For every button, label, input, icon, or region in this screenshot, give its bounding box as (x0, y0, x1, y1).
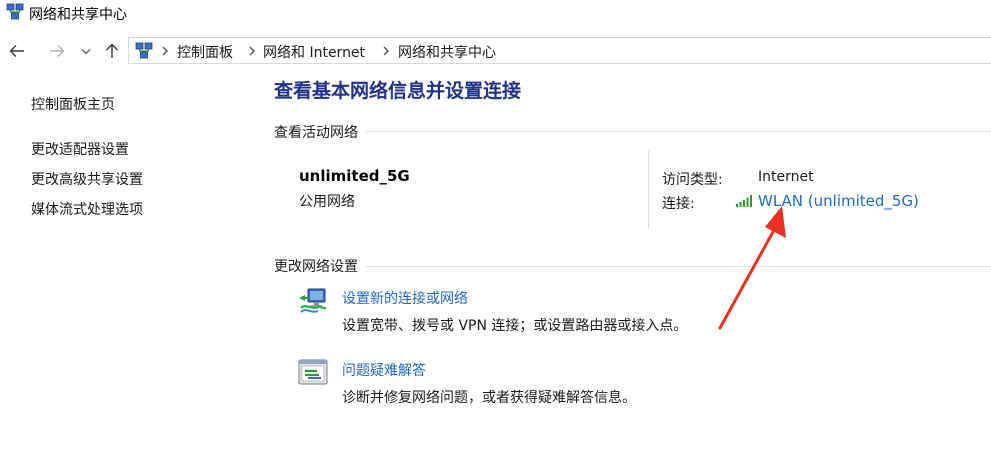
title-bar: 网络和共享中心 (0, 0, 991, 26)
breadcrumb-control-panel[interactable]: 控制面板 (177, 42, 233, 62)
setup-new-connection-link[interactable]: 设置新的连接或网络 (342, 288, 468, 308)
chevron-right-icon (383, 46, 389, 56)
sidebar-item-media-streaming[interactable]: 媒体流式处理选项 (31, 199, 143, 219)
new-connection-icon (299, 288, 327, 313)
change-settings-title: 更改网络设置 (274, 256, 366, 276)
network-type: 公用网络 (299, 194, 355, 210)
forward-button[interactable] (46, 40, 68, 62)
active-networks-title: 查看活动网络 (274, 122, 366, 142)
section-divider (274, 131, 991, 132)
sidebar-item-control-panel-home[interactable]: 控制面板主页 (31, 94, 115, 114)
up-button[interactable] (101, 40, 123, 62)
arrow-up-icon (106, 43, 118, 58)
chevron-right-icon (249, 46, 255, 56)
connection-label: 连接: (662, 196, 695, 212)
network-info-divider (648, 150, 649, 228)
annotation-arrow (718, 206, 786, 330)
access-type-value: Internet (758, 169, 814, 185)
arrow-right-icon (50, 45, 65, 57)
breadcrumb-network-internet[interactable]: 网络和 Internet (263, 42, 365, 62)
recent-locations-button[interactable] (77, 40, 95, 62)
page-title: 查看基本网络信息并设置连接 (274, 80, 522, 102)
address-bar[interactable]: 控制面板 网络和 Internet 网络和共享中心 (128, 37, 991, 64)
wifi-signal-icon (736, 195, 752, 207)
chevron-down-icon (81, 48, 91, 54)
window-title: 网络和共享中心 (29, 7, 127, 23)
network-center-icon (135, 42, 153, 59)
sidebar-item-advanced-sharing[interactable]: 更改高级共享设置 (31, 169, 143, 189)
section-divider (274, 266, 991, 267)
troubleshoot-desc: 诊断并修复网络问题，或者获得疑难解答信息。 (342, 390, 636, 406)
back-button[interactable] (6, 40, 28, 62)
troubleshoot-link[interactable]: 问题疑难解答 (342, 360, 426, 380)
network-name: unlimited_5G (299, 167, 410, 185)
navigation-bar: 控制面板 网络和 Internet 网络和共享中心 (0, 36, 991, 66)
breadcrumb-network-sharing-center[interactable]: 网络和共享中心 (398, 42, 496, 62)
chevron-right-icon (162, 46, 168, 56)
troubleshoot-icon (298, 359, 328, 385)
sidebar-item-adapter-settings[interactable]: 更改适配器设置 (31, 139, 129, 159)
network-center-icon (6, 3, 24, 20)
access-type-label: 访问类型: (662, 172, 723, 188)
wlan-connection-link[interactable]: WLAN (unlimited_5G) (758, 192, 919, 210)
arrow-left-icon (9, 45, 24, 57)
setup-new-connection-desc: 设置宽带、拨号或 VPN 连接；或设置路由器或接入点。 (342, 318, 688, 334)
